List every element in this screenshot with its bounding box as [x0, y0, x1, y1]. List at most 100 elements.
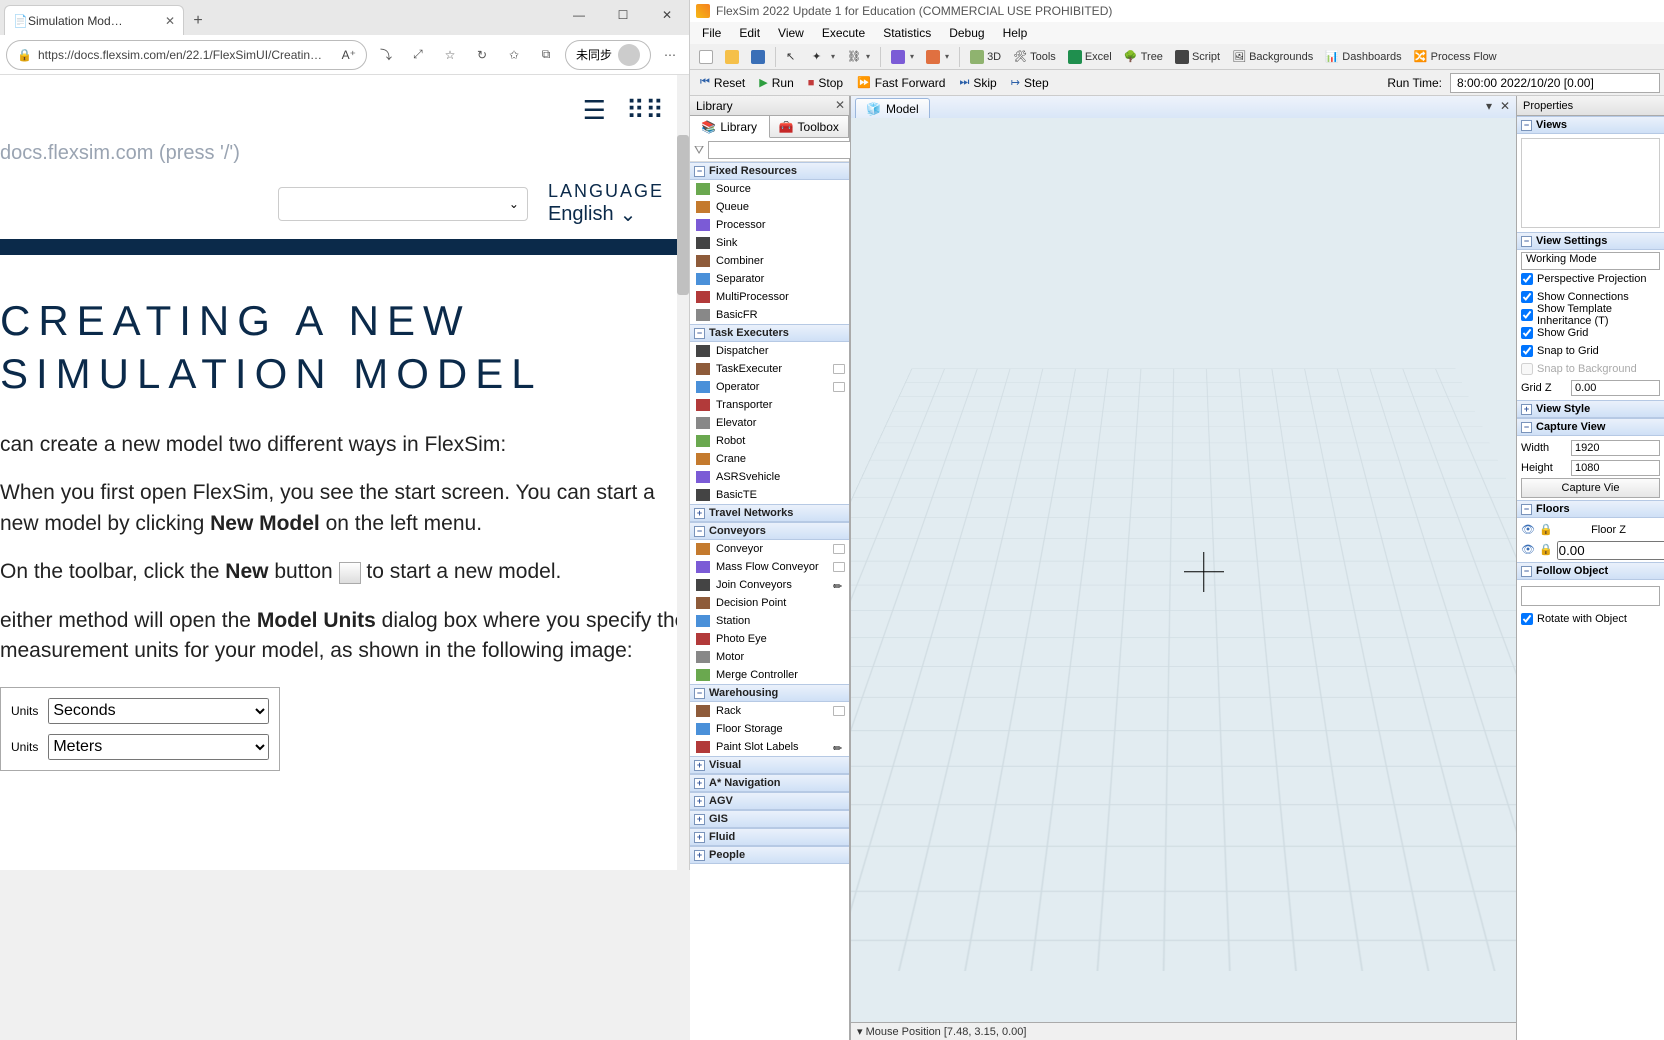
- eye-icon[interactable]: 👁: [1521, 543, 1535, 557]
- language-select[interactable]: English ⌄: [548, 202, 664, 227]
- library-item[interactable]: BasicFR: [690, 306, 849, 324]
- menu-help[interactable]: Help: [995, 24, 1036, 42]
- time-units-select[interactable]: Seconds: [48, 698, 269, 724]
- length-units-select[interactable]: Meters: [48, 734, 269, 760]
- library-item[interactable]: Operator: [690, 378, 849, 396]
- chk-snap-grid[interactable]: [1521, 345, 1533, 357]
- library-item[interactable]: Floor Storage: [690, 720, 849, 738]
- section-view-style[interactable]: +View Style: [1517, 400, 1664, 418]
- backgrounds-button[interactable]: 🖼Backgrounds: [1227, 46, 1318, 68]
- enter-icon[interactable]: ⤵: [373, 42, 399, 68]
- library-item[interactable]: Robot: [690, 432, 849, 450]
- maximize-button[interactable]: ☐: [601, 0, 645, 30]
- library-item[interactable]: Conveyor: [690, 540, 849, 558]
- library-item[interactable]: Rack: [690, 702, 849, 720]
- menu-file[interactable]: File: [694, 24, 729, 42]
- expand-badge-icon[interactable]: [833, 382, 845, 392]
- chk-perspective[interactable]: [1521, 273, 1533, 285]
- expand-badge-icon[interactable]: [833, 544, 845, 554]
- library-group[interactable]: +A* Navigation: [690, 774, 849, 792]
- library-group[interactable]: +Fluid: [690, 828, 849, 846]
- menu-debug[interactable]: Debug: [941, 24, 992, 42]
- reader-icon[interactable]: A⁺: [342, 48, 356, 62]
- library-item[interactable]: Combiner: [690, 252, 849, 270]
- library-group[interactable]: +Travel Networks: [690, 504, 849, 522]
- chk-show-grid[interactable]: [1521, 327, 1533, 339]
- library-item[interactable]: Merge Controller: [690, 666, 849, 684]
- filter-input[interactable]: [708, 141, 860, 159]
- library-item[interactable]: Sink: [690, 234, 849, 252]
- section-capture-view[interactable]: −Capture View: [1517, 418, 1664, 436]
- section-floors[interactable]: −Floors: [1517, 500, 1664, 518]
- chk-rotate-with-object[interactable]: [1521, 613, 1533, 625]
- script-button[interactable]: Script: [1170, 46, 1225, 68]
- library-item[interactable]: Transporter: [690, 396, 849, 414]
- floorz-input[interactable]: [1557, 541, 1664, 560]
- create-object-dropdown[interactable]: ✦: [807, 46, 840, 68]
- follow-object-field[interactable]: [1521, 586, 1660, 606]
- minimize-button[interactable]: —: [557, 0, 601, 30]
- color-dropdown[interactable]: [886, 46, 919, 68]
- dropdown-icon[interactable]: ▾: [857, 1025, 863, 1038]
- run-button[interactable]: ▶Run: [753, 72, 799, 94]
- menu-execute[interactable]: Execute: [814, 24, 873, 42]
- menu-edit[interactable]: Edit: [731, 24, 768, 42]
- filter-icon[interactable]: ⛛: [694, 143, 704, 157]
- section-views[interactable]: −Views: [1517, 116, 1664, 134]
- collections-icon[interactable]: ⧉: [533, 42, 559, 68]
- expand-badge-icon[interactable]: [833, 364, 845, 374]
- library-item[interactable]: Source: [690, 180, 849, 198]
- tab-model[interactable]: 🧊 Model: [855, 98, 930, 118]
- library-item[interactable]: BasicTE: [690, 486, 849, 504]
- menu-view[interactable]: View: [770, 24, 812, 42]
- library-item[interactable]: Paint Slot Labels✏: [690, 738, 849, 756]
- library-group[interactable]: +GIS: [690, 810, 849, 828]
- processflow-button[interactable]: 🔀Process Flow: [1409, 46, 1502, 68]
- refresh-icon[interactable]: ↻: [469, 42, 495, 68]
- library-group[interactable]: +Visual: [690, 756, 849, 774]
- star-icon[interactable]: ☆: [437, 42, 463, 68]
- library-group[interactable]: −Warehousing: [690, 684, 849, 702]
- library-item[interactable]: Station: [690, 612, 849, 630]
- excel-button[interactable]: Excel: [1063, 46, 1117, 68]
- lock-icon[interactable]: 🔒: [1539, 543, 1553, 557]
- tab-toolbox[interactable]: 🧰 Toolbox: [770, 116, 850, 137]
- expand-badge-icon[interactable]: [833, 562, 845, 572]
- tree-button[interactable]: 🌳Tree: [1119, 46, 1168, 68]
- lock-icon[interactable]: 🔒: [1539, 523, 1553, 537]
- pencil-icon[interactable]: ✏: [833, 742, 845, 752]
- library-item[interactable]: Separator: [690, 270, 849, 288]
- menu-icon[interactable]: ☰: [583, 95, 606, 126]
- section-view-settings[interactable]: −View Settings: [1517, 232, 1664, 250]
- menu-statistics[interactable]: Statistics: [875, 24, 939, 42]
- open-button[interactable]: [720, 46, 744, 68]
- runtime-value[interactable]: 8:00:00 2022/10/20 [0.00]: [1450, 73, 1660, 93]
- step-button[interactable]: ↦Step: [1005, 72, 1055, 94]
- pointer-tool[interactable]: ↖: [781, 46, 805, 68]
- chk-show-connections[interactable]: [1521, 291, 1533, 303]
- skip-button[interactable]: ⏭Skip: [953, 72, 1002, 94]
- dashboards-button[interactable]: 📊Dashboards: [1320, 46, 1406, 68]
- tools-button[interactable]: 🛠Tools: [1008, 46, 1061, 68]
- library-item[interactable]: Queue: [690, 198, 849, 216]
- library-group[interactable]: +People: [690, 846, 849, 864]
- apps-grid-icon[interactable]: ⠿⠿: [626, 95, 664, 126]
- close-icon[interactable]: ✕: [165, 14, 175, 28]
- library-item[interactable]: Elevator: [690, 414, 849, 432]
- tab-library[interactable]: 📚 Library: [690, 116, 770, 138]
- expand-badge-icon[interactable]: [833, 706, 845, 716]
- browser-tab[interactable]: 📄 Simulation Mod… ✕: [4, 5, 184, 35]
- capture-height-input[interactable]: [1571, 460, 1660, 476]
- views-list[interactable]: [1521, 138, 1660, 228]
- library-item[interactable]: Dispatcher: [690, 342, 849, 360]
- library-item[interactable]: Motor: [690, 648, 849, 666]
- new-button[interactable]: [694, 46, 718, 68]
- capture-width-input[interactable]: [1571, 440, 1660, 456]
- library-item[interactable]: Decision Point: [690, 594, 849, 612]
- capture-view-button[interactable]: Capture Vie: [1521, 478, 1660, 498]
- shape-dropdown[interactable]: [921, 46, 954, 68]
- profile-sync-button[interactable]: 未同步: [565, 40, 651, 70]
- reset-button[interactable]: ⏮Reset: [694, 72, 751, 94]
- scrollbar-thumb[interactable]: [677, 135, 689, 295]
- model-viewport[interactable]: [851, 118, 1516, 1022]
